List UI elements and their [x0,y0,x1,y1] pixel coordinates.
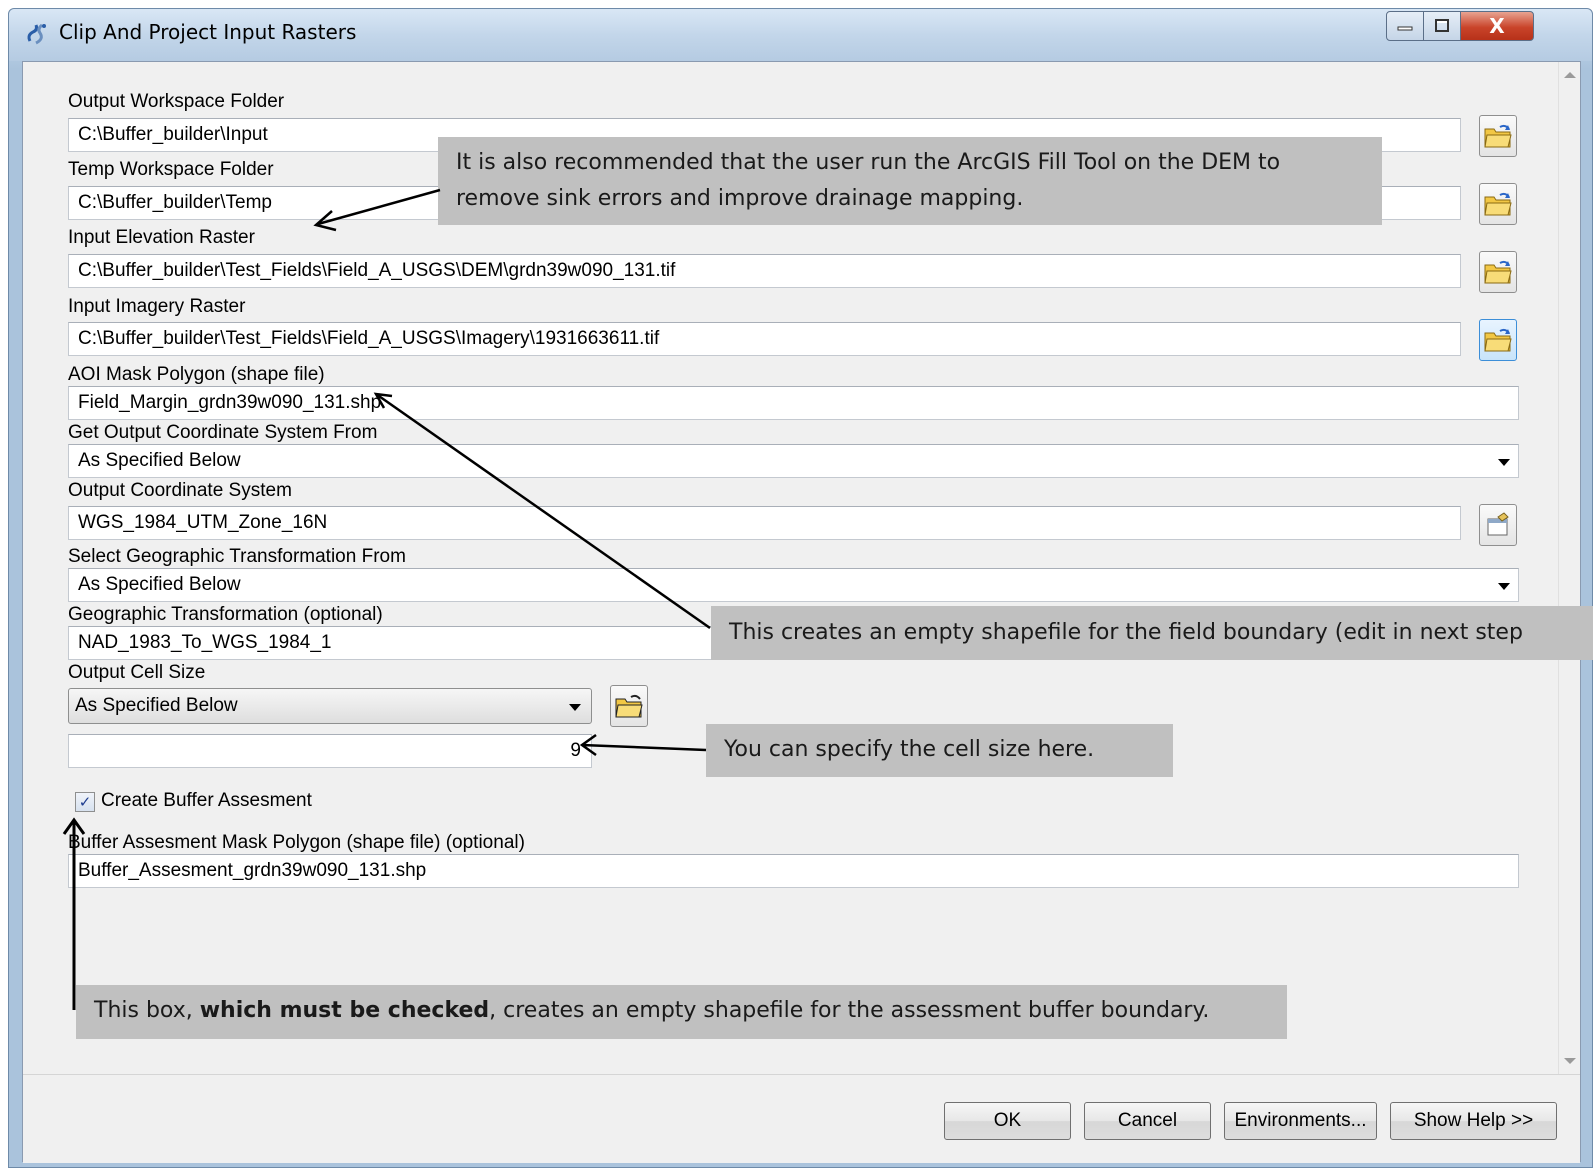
scroll-down-icon[interactable] [1564,1058,1576,1064]
geo-transform-from-label: Select Geographic Transformation From [68,546,406,567]
chevron-down-icon [1498,583,1510,590]
title-bar[interactable]: Clip And Project Input Rasters X [9,9,1592,61]
geo-transform-label: Geographic Transformation (optional) [68,604,383,625]
coord-system-properties-button[interactable] [1479,504,1517,546]
input-imagery-browse-button[interactable] [1479,319,1517,361]
chevron-down-icon [569,704,581,711]
open-folder-icon [1484,192,1512,216]
show-help-button[interactable]: Show Help >> [1390,1102,1557,1140]
create-buffer-label: Create Buffer Assesment [101,790,312,811]
coord-system-input[interactable]: WGS_1984_UTM_Zone_16N [68,506,1461,540]
spatial-reference-properties-icon [1487,512,1509,536]
open-folder-icon [1484,124,1512,148]
annotation-field-boundary: This creates an empty shapefile for the … [711,606,1593,660]
create-buffer-checkbox[interactable]: ✓ [75,792,95,812]
minimize-icon [1397,26,1413,31]
cell-size-label: Output Cell Size [68,662,206,683]
annotation-checkbox-pre: This box, [94,998,200,1023]
cell-size-mode-select[interactable]: As Specified Below [68,688,592,724]
output-workspace-label: Output Workspace Folder [68,91,285,112]
scroll-up-icon[interactable] [1564,72,1576,78]
input-elevation-input[interactable]: C:\Buffer_builder\Test_Fields\Field_A_US… [68,254,1461,288]
coord-system-label: Output Coordinate System [68,480,292,501]
aoi-mask-input[interactable]: Field_Margin_grdn39w090_131.shp [68,386,1519,420]
minimize-button[interactable] [1386,11,1424,41]
annotation-fill-tool-line2: remove sink errors and improve drainage … [456,186,1024,211]
input-elevation-browse-button[interactable] [1479,251,1517,293]
checkmark-icon: ✓ [78,793,92,811]
environments-button[interactable]: Environments... [1224,1102,1377,1140]
dialog-footer: OK Cancel Environments... Show Help >> [23,1074,1580,1163]
output-workspace-browse-button[interactable] [1479,115,1517,157]
annotation-checkbox: This box, which must be checked, creates… [76,985,1287,1039]
annotation-checkbox-bold: which must be checked [199,998,490,1023]
aoi-mask-label: AOI Mask Polygon (shape file) [68,364,325,385]
window-title: Clip And Project Input Rasters [59,20,357,44]
python-script-icon [27,23,46,45]
open-folder-icon [1484,260,1512,284]
coord-from-select[interactable]: As Specified Below [68,444,1519,478]
temp-workspace-browse-button[interactable] [1479,183,1517,225]
buffer-mask-label: Buffer Assesment Mask Polygon (shape fil… [68,832,525,853]
chevron-down-icon [1498,459,1510,466]
maximize-button[interactable] [1423,11,1461,41]
input-imagery-input[interactable]: C:\Buffer_builder\Test_Fields\Field_A_US… [68,322,1461,356]
geo-transform-from-select[interactable]: As Specified Below [68,568,1519,602]
cell-size-browse-button[interactable] [610,685,648,727]
buffer-mask-input[interactable]: Buffer_Assesment_grdn39w090_131.shp [68,854,1519,888]
close-icon: X [1489,14,1505,38]
cell-size-input[interactable]: 9 [68,734,592,768]
cancel-button[interactable]: Cancel [1084,1102,1211,1140]
maximize-icon [1435,19,1449,32]
cell-size-mode-value: As Specified Below [75,695,238,716]
annotation-fill-tool: It is also recommended that the user run… [438,137,1382,225]
close-button[interactable]: X [1460,11,1534,41]
annotation-cell-size: You can specify the cell size here. [706,724,1173,777]
input-elevation-label: Input Elevation Raster [68,227,255,248]
coord-from-label: Get Output Coordinate System From [68,422,378,443]
annotation-fill-tool-line1: It is also recommended that the user run… [456,150,1281,175]
geo-transform-from-value: As Specified Below [78,574,241,595]
ok-button[interactable]: OK [944,1102,1071,1140]
annotation-checkbox-post: , creates an empty shapefile for the ass… [489,998,1210,1023]
open-folder-icon [1484,328,1512,352]
input-imagery-label: Input Imagery Raster [68,296,246,317]
temp-workspace-label: Temp Workspace Folder [68,159,274,180]
vertical-scrollbar[interactable] [1558,62,1580,1074]
coord-from-value: As Specified Below [78,450,241,471]
open-folder-icon [615,694,643,718]
